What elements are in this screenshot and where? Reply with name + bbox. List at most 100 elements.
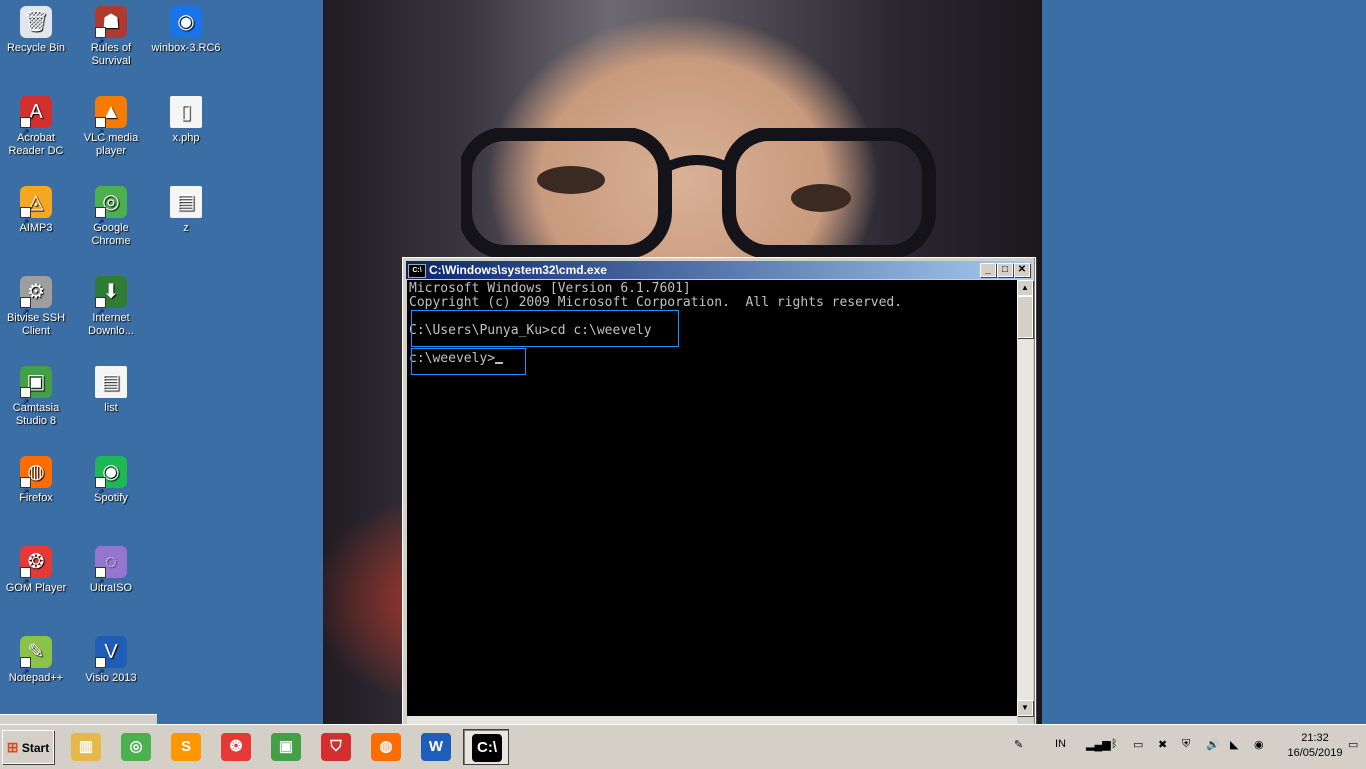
close-button[interactable]: ✕	[1014, 263, 1030, 277]
chrome-icon: ◎	[95, 186, 127, 237]
desktop-icon-rules-of-survival[interactable]: ☗Rules of Survival	[75, 6, 147, 68]
shortcut-arrow-icon	[20, 115, 31, 147]
desktop-icon-notepad[interactable]: ✎Notepad++	[0, 636, 72, 687]
network-error-icon[interactable]: ✖	[1158, 738, 1167, 751]
cmd-window[interactable]: C:\ C:\Windows\system32\cmd.exe _ □ ✕ Mic…	[402, 257, 1036, 727]
taskbar-firefox-button[interactable]: ◍	[363, 729, 409, 765]
minimize-button[interactable]: _	[980, 263, 996, 277]
desktop-icon-x-php[interactable]: ▯ x.php	[150, 96, 222, 145]
desktop-icon-visio-2013[interactable]: VVisio 2013	[75, 636, 147, 687]
start-button[interactable]: ⊞ Start	[2, 730, 54, 764]
highlight-box-prompt	[411, 348, 526, 375]
volume-icon[interactable]: 🔊	[1206, 738, 1220, 751]
highlight-box-cd-command	[411, 310, 679, 347]
taskbar-chrome-button[interactable]: ◎	[113, 729, 159, 765]
taskbar-antivirus-button[interactable]: ⛉	[313, 729, 359, 765]
shortcut-arrow-icon	[20, 295, 31, 327]
desktop-icon-aimp3[interactable]: ◬AIMP3	[0, 186, 72, 237]
cmd-icon: C:\	[408, 263, 426, 278]
bluetooth-icon[interactable]: ᛒ	[1111, 738, 1118, 750]
security-icon[interactable]: ⛨	[1182, 738, 1190, 751]
winbox-icon: ◉	[170, 6, 202, 38]
shortcut-arrow-icon	[20, 205, 31, 237]
desktop-icon-ultraiso[interactable]: ◌UltraISO	[75, 546, 147, 597]
language-indicator[interactable]: IN	[1055, 738, 1066, 750]
vertical-scrollbar[interactable]: ▲ ▼	[1017, 280, 1033, 716]
console-line: Copyright (c) 2009 Microsoft Corporation…	[409, 295, 903, 310]
glasses-graphic	[461, 128, 936, 258]
folder-icon: ▥	[71, 733, 101, 761]
desktop-icon-internet-downlo[interactable]: ⬇Internet Downlo...	[75, 276, 147, 338]
desktop-icon-label: AIMP3	[19, 222, 53, 234]
desktop-icon-vlc-media-player[interactable]: ▲VLC media player	[75, 96, 147, 158]
desktop-icon-list[interactable]: ▤ list	[75, 366, 147, 415]
cmd-title-bar[interactable]: C:\ C:\Windows\system32\cmd.exe _ □ ✕	[406, 261, 1032, 279]
clock-date: 16/05/2019	[1287, 747, 1343, 759]
shortcut-arrow-icon	[95, 655, 106, 687]
firefox-icon: ◍	[20, 456, 52, 507]
scroll-up-icon[interactable]: ▲	[1017, 280, 1033, 296]
shortcut-arrow-icon	[95, 25, 106, 57]
desktop-icon-gom-player[interactable]: ❂GOM Player	[0, 546, 72, 597]
desktop-icon-label: VLC media player	[83, 132, 139, 157]
desktop-icon-label: list	[104, 402, 118, 414]
taskbar-gom-button[interactable]: ❂	[213, 729, 259, 765]
signal-icon[interactable]: ▂▄▆	[1086, 738, 1111, 751]
console-line: Microsoft Windows [Version 6.1.7601]	[409, 281, 691, 296]
shield-icon: ⛉	[321, 733, 351, 761]
desktop-icon-label: winbox-3.RC6	[151, 42, 221, 54]
start-label: Start	[21, 741, 50, 755]
spotify-icon: ◉	[95, 456, 127, 507]
update-icon[interactable]: ◉	[1254, 738, 1264, 751]
taskbar-explorer-button[interactable]: ▥	[63, 729, 109, 765]
display-icon[interactable]: ▭	[1133, 738, 1143, 751]
firefox-icon: ◍	[371, 733, 401, 761]
taskbar-word-button[interactable]: W	[413, 729, 459, 765]
word-icon: W	[421, 733, 451, 761]
desktop-icon-z[interactable]: ▤ z	[150, 186, 222, 235]
visio-icon: V	[95, 636, 127, 687]
desktop-icon-label: Visio 2013	[85, 672, 137, 684]
scrollbar-thumb[interactable]	[1017, 296, 1033, 338]
maximize-button[interactable]: □	[997, 263, 1013, 277]
desktop-icon-recycle-bin[interactable]: 🗑 Recycle Bin	[0, 6, 72, 55]
shortcut-arrow-icon	[20, 475, 31, 507]
desktop-icon-label: GOM Player	[5, 582, 67, 594]
text-file-icon: ▤	[95, 366, 127, 398]
camtasia-icon: ▣	[20, 366, 52, 417]
acrobat-icon: A	[20, 96, 52, 147]
desktop-icon-camtasia-studio-8[interactable]: ▣Camtasia Studio 8	[0, 366, 72, 428]
desktop-icon-label: Bitvise SSH Client	[6, 312, 66, 337]
action-center-icon[interactable]: ✎	[1014, 738, 1023, 751]
vlc-icon: ▲	[95, 96, 127, 147]
shortcut-arrow-icon	[20, 385, 31, 417]
desktop-icon-label: Spotify	[94, 492, 128, 504]
windows-logo-icon: ⊞	[6, 739, 19, 755]
desktop-icon-firefox[interactable]: ◍Firefox	[0, 456, 72, 507]
taskbar-camtasia-button[interactable]: ▣	[263, 729, 309, 765]
horizontal-scrollbar[interactable]	[407, 716, 1017, 724]
desktop-icon-label: UltraISO	[89, 582, 133, 594]
taskbar-sublime-button[interactable]: S	[163, 729, 209, 765]
taskbar: ⊞ Start ▥ ◎ S ❂ ▣ ⛉ ◍ W C:\ ✎ IN ▂▄▆ ᛒ ▭ ✖ ⛨ 🔊 ◣…	[0, 724, 1366, 769]
scroll-down-icon[interactable]: ▼	[1017, 700, 1033, 716]
show-desktop-icon[interactable]: ▭	[1348, 738, 1358, 751]
desktop-icon-label: Acrobat Reader DC	[8, 132, 64, 157]
console-output[interactable]: Microsoft Windows [Version 6.1.7601] Cop…	[407, 280, 1017, 716]
shortcut-arrow-icon	[20, 655, 31, 687]
desktop-icon-label: Firefox	[19, 492, 53, 504]
shortcut-arrow-icon	[95, 475, 106, 507]
desktop-icon-bitvise-ssh-client[interactable]: ⚙Bitvise SSH Client	[0, 276, 72, 338]
desktop-icon-google-chrome[interactable]: ◎Google Chrome	[75, 186, 147, 248]
file-icon: ▯	[170, 96, 202, 128]
desktop-icon-label: Internet Downlo...	[88, 312, 134, 337]
antivirus-tray-icon[interactable]: ◣	[1230, 738, 1238, 751]
desktop-icon-winbox-3-rc6[interactable]: ◉ winbox-3.RC6	[150, 6, 222, 55]
idm-icon: ⬇	[95, 276, 127, 327]
desktop-icon-label: Recycle Bin	[6, 42, 66, 54]
rules-of-survival-icon: ☗	[95, 6, 127, 57]
desktop-icon-acrobat-reader-dc[interactable]: AAcrobat Reader DC	[0, 96, 72, 158]
desktop-icon-spotify[interactable]: ◉Spotify	[75, 456, 147, 507]
clock[interactable]: 21:32 16/05/2019	[1280, 731, 1350, 761]
taskbar-cmd-button[interactable]: C:\	[463, 729, 509, 765]
